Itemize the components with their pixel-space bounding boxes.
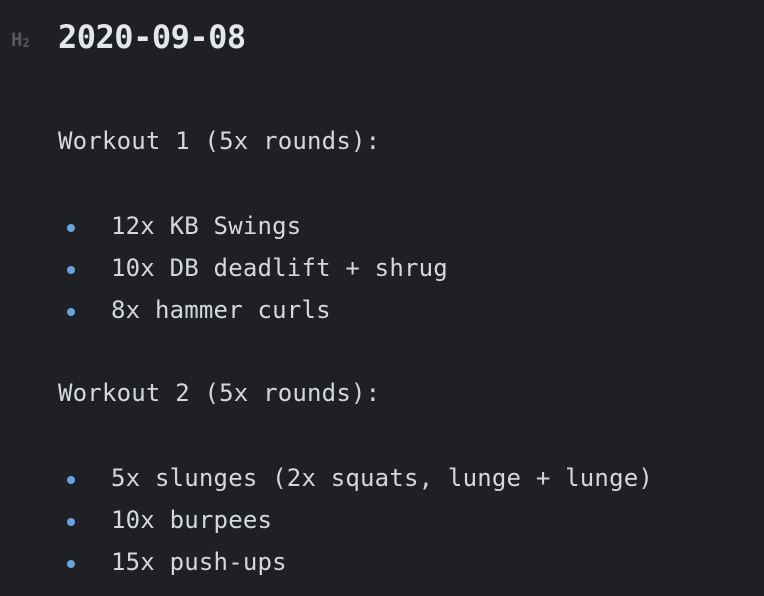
list-item[interactable]: 10x burpees [0,506,764,548]
list-item[interactable]: 10x DB deadlift + shrug [0,254,764,296]
list-item[interactable]: 15x push-ups [0,548,764,590]
list-item-text: 15x push-ups [111,548,287,576]
heading-level-marker: H2 [11,29,30,51]
bullet-icon [67,476,75,484]
bullet-icon [67,266,75,274]
list-item-text: 8x hammer curls [111,296,331,324]
bullet-icon [67,560,75,568]
workout-2-title[interactable]: Workout 2 (5x rounds): [58,379,380,407]
list-item[interactable]: 5x slunges (2x squats, lunge + lunge) [0,464,764,506]
list-item-text: 10x burpees [111,506,273,534]
workout-1-title[interactable]: Workout 1 (5x rounds): [58,127,380,155]
page-heading[interactable]: 2020-09-08 [58,18,246,56]
workout-2-list: 5x slunges (2x squats, lunge + lunge) 10… [0,464,764,590]
bullet-icon [67,224,75,232]
list-item[interactable]: 8x hammer curls [0,296,764,338]
heading-row: H2 2020-09-08 [0,16,764,60]
list-item-text: 10x DB deadlift + shrug [111,254,448,282]
list-item[interactable]: 12x KB Swings [0,212,764,254]
bullet-icon [67,308,75,316]
workout-1-list: 12x KB Swings 10x DB deadlift + shrug 8x… [0,212,764,338]
list-item-text: 5x slunges (2x squats, lunge + lunge) [111,464,654,492]
bullet-icon [67,518,75,526]
list-item-text: 12x KB Swings [111,212,302,240]
